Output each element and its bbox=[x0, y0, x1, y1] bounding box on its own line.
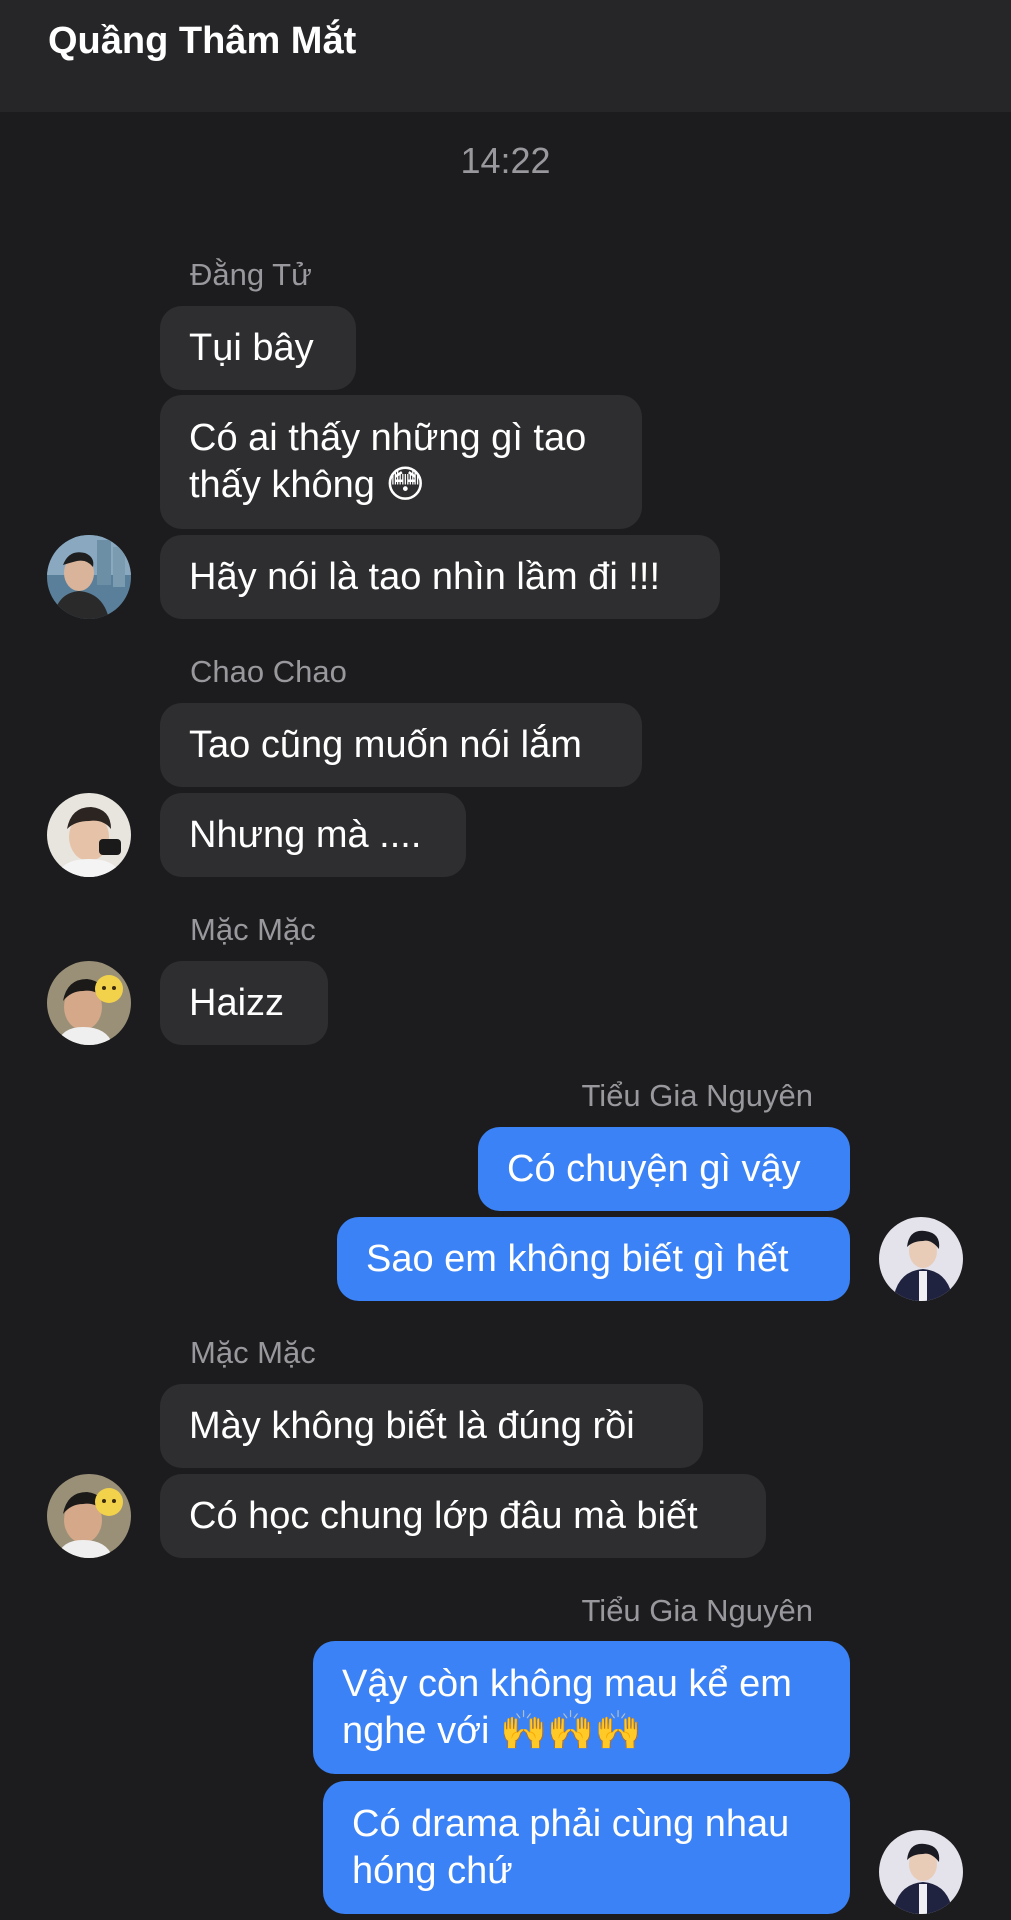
message-bubble-incoming[interactable]: Haizz bbox=[160, 961, 328, 1045]
message-bubble-outgoing[interactable]: Có chuyện gì vậy bbox=[478, 1127, 850, 1211]
message-bubble-outgoing[interactable]: Sao em không biết gì hết bbox=[337, 1217, 850, 1301]
message-bubble-incoming[interactable]: Mày không biết là đúng rồi bbox=[160, 1384, 703, 1468]
sender-name: Mặc Mặc bbox=[190, 912, 316, 947]
sender-name: Tiểu Gia Nguyên bbox=[581, 1078, 813, 1113]
avatar[interactable] bbox=[47, 961, 131, 1045]
sender-name: Đằng Tử bbox=[190, 257, 312, 292]
sender-name: Chao Chao bbox=[190, 654, 347, 689]
message-bubble-incoming[interactable]: Tao cũng muốn nói lắm bbox=[160, 703, 642, 787]
group-title[interactable]: Quầng Thâm Mắt bbox=[48, 20, 356, 63]
avatar[interactable] bbox=[47, 1474, 131, 1558]
chat-header: Quầng Thâm Mắt bbox=[0, 0, 1011, 112]
avatar[interactable] bbox=[879, 1830, 963, 1914]
message-bubble-outgoing[interactable]: Có drama phải cùng nhau hóng chứ bbox=[323, 1781, 850, 1914]
message-bubble-outgoing[interactable]: Vậy còn không mau kể em nghe với 🙌🙌🙌 bbox=[313, 1641, 850, 1774]
message-bubble-incoming[interactable]: Có ai thấy những gì tao thấy không 😳 bbox=[160, 395, 642, 529]
message-timestamp: 14:22 bbox=[460, 140, 551, 181]
avatar[interactable] bbox=[47, 793, 131, 877]
message-bubble-incoming[interactable]: Tụi bây bbox=[160, 306, 356, 390]
sender-name: Tiểu Gia Nguyên bbox=[581, 1593, 813, 1628]
sender-name: Mặc Mặc bbox=[190, 1335, 316, 1370]
avatar[interactable] bbox=[47, 535, 131, 619]
avatar[interactable] bbox=[879, 1217, 963, 1301]
message-bubble-incoming[interactable]: Có học chung lớp đâu mà biết bbox=[160, 1474, 766, 1558]
message-bubble-incoming[interactable]: Nhưng mà .... bbox=[160, 793, 466, 877]
message-bubble-incoming[interactable]: Hãy nói là tao nhìn lầm đi !!! bbox=[160, 535, 720, 619]
